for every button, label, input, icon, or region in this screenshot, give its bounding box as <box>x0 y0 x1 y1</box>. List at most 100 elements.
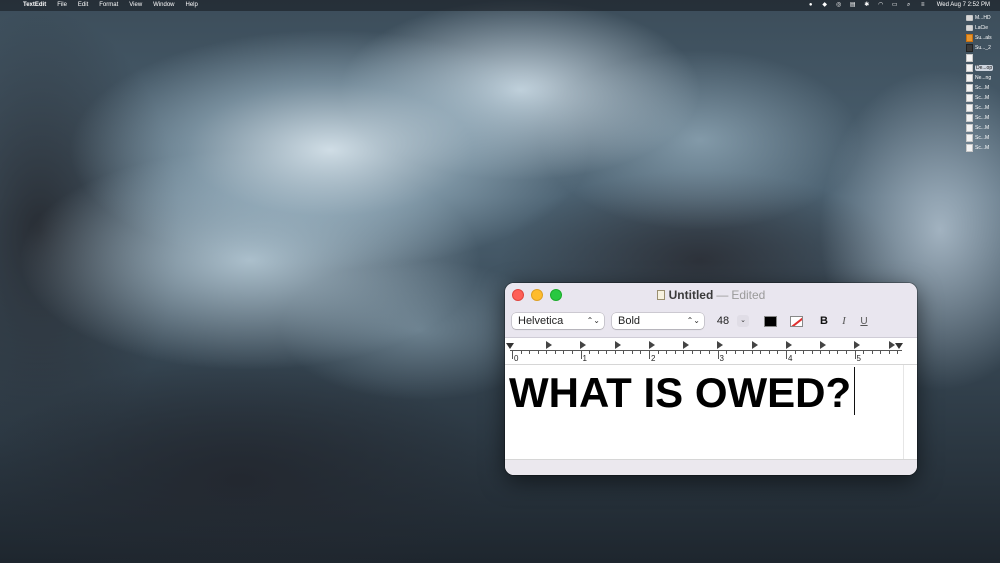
ruler-tick <box>529 350 531 354</box>
ruler-tick <box>623 350 625 354</box>
menu-view[interactable]: View <box>129 0 142 11</box>
document-proxy-icon[interactable] <box>656 290 665 300</box>
right-margin-marker[interactable] <box>895 343 903 349</box>
ruler-tick <box>786 350 787 359</box>
desktop-icon[interactable]: Sc...M <box>966 123 998 133</box>
desktop-icon-label: Sc...M <box>975 125 990 131</box>
folder-icon <box>966 44 973 52</box>
font-family-value: Helvetica <box>518 315 564 327</box>
menubar-clock[interactable]: Wed Aug 7 2:52 PM <box>937 0 990 11</box>
tab-stop-marker[interactable] <box>580 341 587 349</box>
tab-stop-marker[interactable] <box>683 341 689 349</box>
desktop-icon[interactable]: LaCie <box>966 23 998 33</box>
desktop-icon-label: Ne...ng <box>975 75 992 81</box>
bluetooth-icon[interactable]: ✱ <box>863 0 871 11</box>
document-text[interactable]: WHAT IS OWED? <box>509 367 856 419</box>
ruler-tick <box>897 350 899 354</box>
tab-stop-marker[interactable] <box>820 341 826 349</box>
tab-stop-marker[interactable] <box>854 341 861 349</box>
italic-button[interactable]: I <box>839 315 849 328</box>
background-color-well[interactable] <box>790 316 803 327</box>
desktop-icon[interactable] <box>966 53 998 63</box>
font-size-stepper[interactable]: ⌄ <box>737 315 749 327</box>
tab-stop-marker[interactable] <box>751 341 758 349</box>
document-icon <box>966 114 973 122</box>
desktop-icon[interactable]: Sc...M <box>966 93 998 103</box>
font-family-popup[interactable]: Helvetica ⌃⌄ <box>512 313 604 329</box>
ruler-tick <box>691 350 693 354</box>
ruler-number: 5 <box>856 354 861 363</box>
document-icon <box>966 64 973 72</box>
ruler[interactable]: 0 1 2 3 4 5 <box>505 338 917 365</box>
desktop-icon[interactable]: Su..._2 <box>966 43 998 53</box>
scroll-gutter[interactable] <box>903 365 917 459</box>
activity-icon[interactable]: ▤ <box>849 0 857 11</box>
ruler-tick <box>880 350 882 354</box>
left-margin-marker[interactable] <box>506 343 514 349</box>
desktop-icon-label: De...op <box>975 65 994 71</box>
tab-stop-marker[interactable] <box>717 341 724 349</box>
desktop-icon[interactable]: Sc...M <box>966 83 998 93</box>
control-center-icon[interactable]: ≡ <box>919 0 927 11</box>
text-color-well[interactable] <box>764 316 777 327</box>
menu-window[interactable]: Window <box>153 0 174 11</box>
ruler-tick <box>871 350 873 354</box>
desktop-icon-label: Sc...M <box>975 95 990 101</box>
tab-stop-marker[interactable] <box>648 341 655 349</box>
search-icon[interactable]: ⌕ <box>905 0 913 11</box>
desktop-icon[interactable]: De...op <box>966 63 998 73</box>
ruler-tick <box>520 350 522 354</box>
underline-button[interactable]: U <box>859 315 869 328</box>
textedit-window: Untitled — Edited Helvetica ⌃⌄ Bold ⌃⌄ 48 … <box>505 283 917 475</box>
document-icon <box>966 94 973 102</box>
ruler-tick <box>666 350 668 354</box>
document-area[interactable]: WHAT IS OWED? <box>505 365 903 459</box>
desktop-icon-label: Su...als <box>975 35 992 41</box>
chevron-updown-icon: ⌃⌄ <box>586 316 600 325</box>
creative-cloud-icon[interactable]: ◎ <box>835 0 843 11</box>
desktop-wallpaper <box>0 0 1000 563</box>
desktop-icon[interactable]: Su...als <box>966 33 998 43</box>
menu-app-name[interactable]: TextEdit <box>23 0 46 11</box>
desktop-icon-label: M...HD <box>975 15 991 21</box>
desktop-icon[interactable]: Ne...ng <box>966 73 998 83</box>
font-size-field[interactable]: 48 <box>712 313 734 329</box>
menu-file[interactable]: File <box>57 0 67 11</box>
window-titlebar[interactable]: Untitled — Edited Helvetica ⌃⌄ Bold ⌃⌄ 48 … <box>505 283 917 338</box>
font-style-popup[interactable]: Bold ⌃⌄ <box>612 313 704 329</box>
desktop-icon[interactable]: M...HD <box>966 13 998 23</box>
ruler-number: 1 <box>582 354 587 363</box>
desktop-icon[interactable]: Sc...M <box>966 133 998 143</box>
ruler-tick <box>734 350 736 354</box>
ruler-baseline <box>510 350 902 351</box>
bold-button[interactable]: B <box>819 315 829 328</box>
desktop-icon[interactable]: Sc...M <box>966 103 998 113</box>
title-status: Edited <box>731 288 766 302</box>
tab-stop-marker[interactable] <box>785 341 792 349</box>
tab-stop-marker[interactable] <box>614 341 621 349</box>
desktop-icon[interactable]: Sc...M <box>966 113 998 123</box>
desktop-icon[interactable]: Sc...M <box>966 143 998 153</box>
ruler-tick <box>606 350 608 354</box>
ruler-number: 0 <box>514 354 519 363</box>
ruler-tick <box>580 350 582 359</box>
document-icon <box>966 124 973 132</box>
menu-help[interactable]: Help <box>186 0 198 11</box>
ruler-tick <box>683 350 685 354</box>
tab-stop-marker[interactable] <box>888 341 895 349</box>
ruler-tick <box>571 350 573 354</box>
desktop-icon-label: LaCie <box>975 25 989 31</box>
record-icon[interactable]: ● <box>807 0 815 11</box>
tab-stop-marker[interactable] <box>546 341 552 349</box>
ruler-tick <box>657 350 659 354</box>
document-icon <box>966 144 973 152</box>
menu-format[interactable]: Format <box>99 0 118 11</box>
ruler-tick <box>811 350 813 354</box>
menu-edit[interactable]: Edit <box>78 0 88 11</box>
desktop-icons: M...HD LaCie Su...als Su..._2 De...op Ne...ng… <box>966 13 998 153</box>
ruler-tick <box>820 350 822 354</box>
document-icon <box>966 84 973 92</box>
battery-icon[interactable]: ▭ <box>891 0 899 11</box>
dropbox-icon[interactable]: ◆ <box>821 0 829 11</box>
wifi-icon[interactable]: ◠ <box>877 0 885 11</box>
